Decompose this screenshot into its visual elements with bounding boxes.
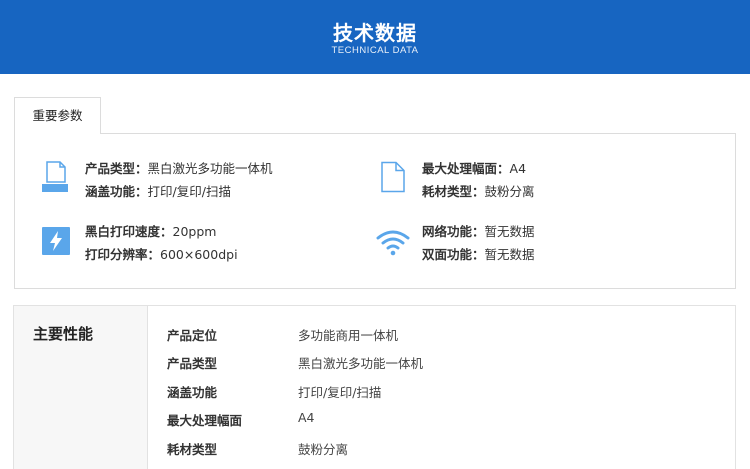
spec-value-functions: 打印/复印/扫描: [298, 385, 382, 400]
tab-important-params[interactable]: 重要参数: [14, 97, 101, 134]
spec-value-consumable: 鼓粉分离: [298, 442, 349, 457]
page-title: 技术数据: [333, 21, 417, 45]
document-icon: [381, 161, 405, 193]
spec-value-positioning: 多功能商用一体机: [298, 328, 399, 343]
lightning-icon: [42, 227, 70, 255]
param-max-format: 最大处理幅面：A4: [422, 161, 527, 176]
page-subtitle: TECHNICAL DATA: [331, 45, 419, 56]
spec-label-product-type: 产品类型: [167, 356, 218, 371]
param-print-speed: 黑白打印速度：20ppm: [85, 224, 217, 239]
param-duplex: 双面功能：暂无数据: [422, 247, 535, 262]
page-header: 技术数据 TECHNICAL DATA: [0, 0, 750, 74]
spec-label-consumable: 耗材类型: [167, 442, 218, 457]
param-network: 网络功能：暂无数据: [422, 224, 535, 239]
main-performance-title: 主要性能: [33, 325, 94, 343]
spec-label-functions: 涵盖功能: [167, 385, 218, 400]
spec-value-product-type: 黑白激光多功能一体机: [298, 356, 424, 371]
param-product-type: 产品类型：黑白激光多功能一体机: [85, 161, 273, 176]
param-resolution: 打印分辨率：600×600dpi: [85, 247, 238, 262]
spec-label-max-format: 最大处理幅面: [167, 413, 243, 428]
spec-value-max-format: A4: [298, 410, 315, 425]
printer-icon: [42, 161, 68, 192]
important-params-panel: [14, 133, 736, 289]
param-consumable: 耗材类型：鼓粉分离: [422, 184, 535, 199]
param-functions: 涵盖功能：打印/复印/扫描: [85, 184, 231, 199]
spec-label-positioning: 产品定位: [167, 328, 218, 343]
wifi-icon: [376, 230, 410, 256]
